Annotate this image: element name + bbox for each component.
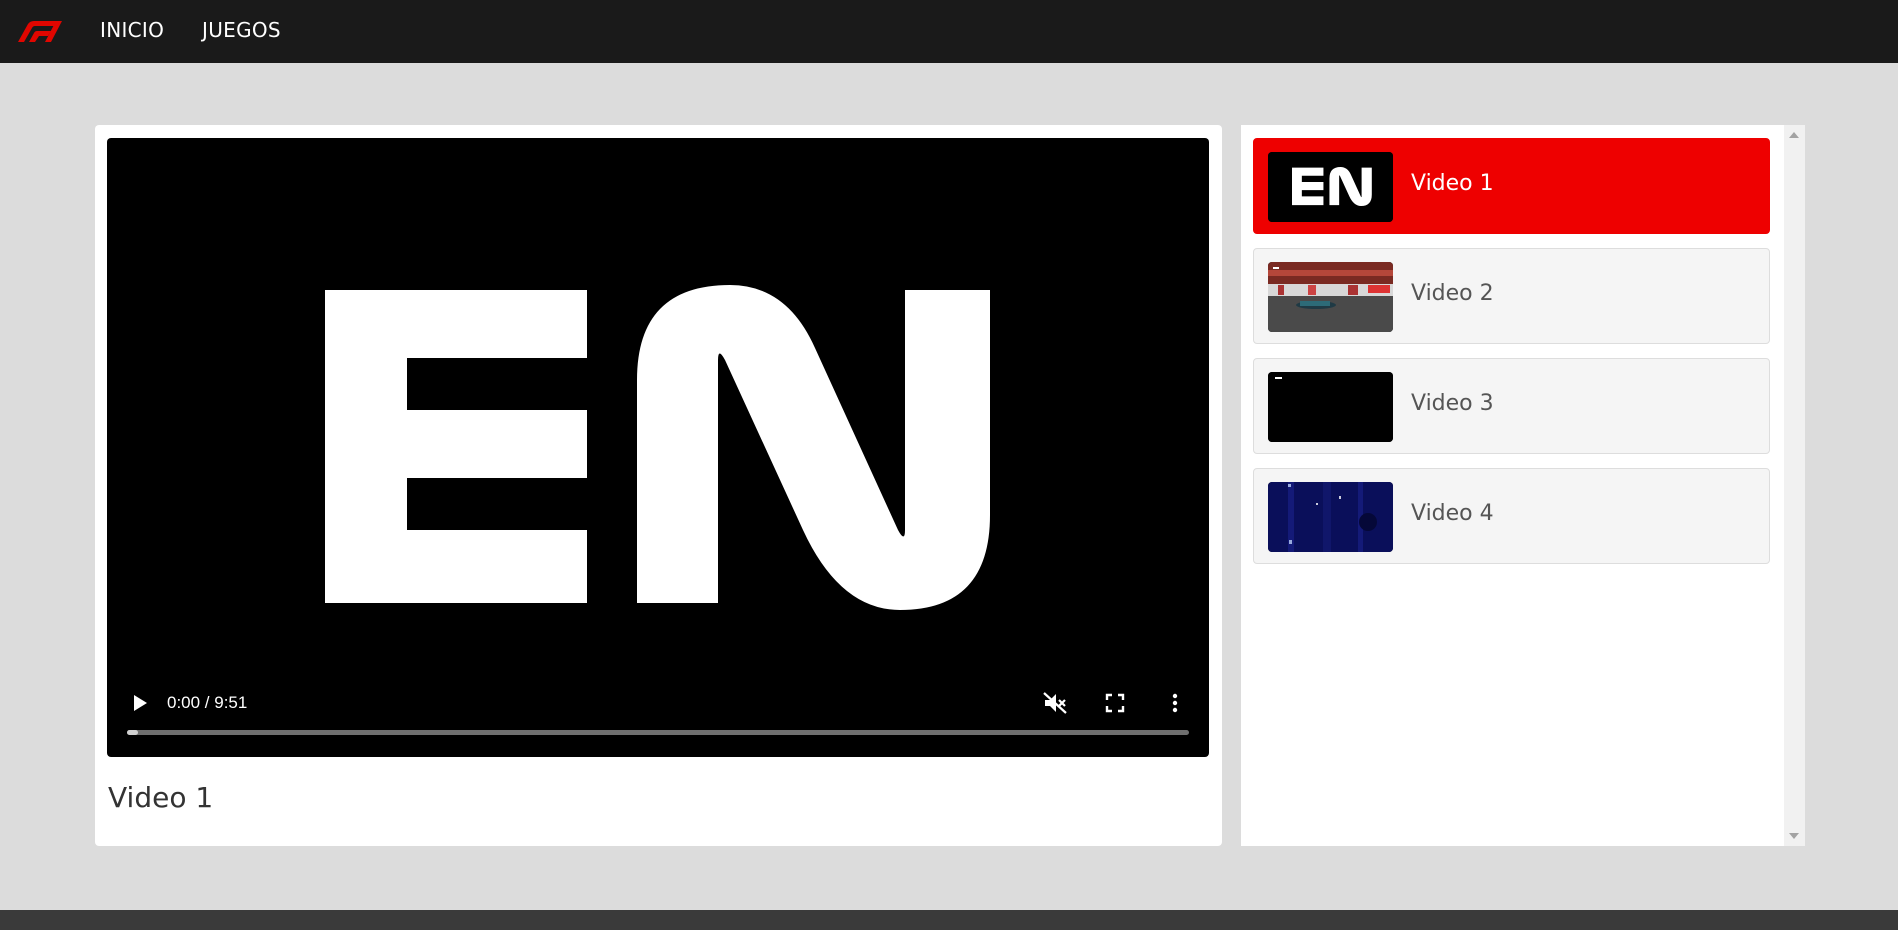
playlist-scrollbar[interactable] [1784, 125, 1805, 846]
top-navbar: INICIO JUEGOS [0, 0, 1898, 63]
playlist-item-video-2[interactable]: Video 2 [1253, 248, 1770, 344]
playlist-item-label: Video 2 [1411, 281, 1494, 306]
nav-link-inicio[interactable]: INICIO [100, 18, 164, 42]
more-vert-icon[interactable] [1163, 691, 1187, 715]
video-title: Video 1 [108, 781, 214, 814]
playlist-item-label: Video 4 [1411, 501, 1494, 526]
nav-link-juegos[interactable]: JUEGOS [202, 18, 281, 42]
progress-bar[interactable] [127, 730, 1189, 735]
race-car-thumbnail [1268, 262, 1393, 332]
black-thumbnail [1268, 372, 1393, 442]
en-logo-thumbnail [1268, 152, 1393, 222]
scroll-down-arrow-icon[interactable] [1789, 833, 1799, 839]
en-logo-icon [325, 285, 990, 610]
video-main-card: 0:00 / 9:51 Video 1 [95, 125, 1222, 846]
playlist-item-video-1[interactable]: Video 1 [1253, 138, 1770, 234]
playlist-item-label: Video 1 [1411, 171, 1494, 196]
footer [0, 910, 1898, 930]
dark-blue-thumbnail [1268, 482, 1393, 552]
player-controls: 0:00 / 9:51 [107, 667, 1209, 757]
time-display: 0:00 / 9:51 [167, 693, 248, 712]
fullscreen-icon[interactable] [1103, 691, 1127, 715]
playlist-panel: Video 1 Video 2 Video 3 Video 4 [1241, 125, 1805, 846]
progress-fill [127, 730, 138, 735]
playlist-item-label: Video 3 [1411, 391, 1494, 416]
play-icon[interactable] [127, 691, 151, 715]
volume-muted-icon[interactable] [1042, 691, 1068, 715]
video-player[interactable]: 0:00 / 9:51 [107, 138, 1209, 757]
scroll-up-arrow-icon[interactable] [1789, 132, 1799, 138]
playlist-item-video-4[interactable]: Video 4 [1253, 468, 1770, 564]
f1-logo-icon[interactable] [14, 20, 62, 42]
playlist-item-video-3[interactable]: Video 3 [1253, 358, 1770, 454]
